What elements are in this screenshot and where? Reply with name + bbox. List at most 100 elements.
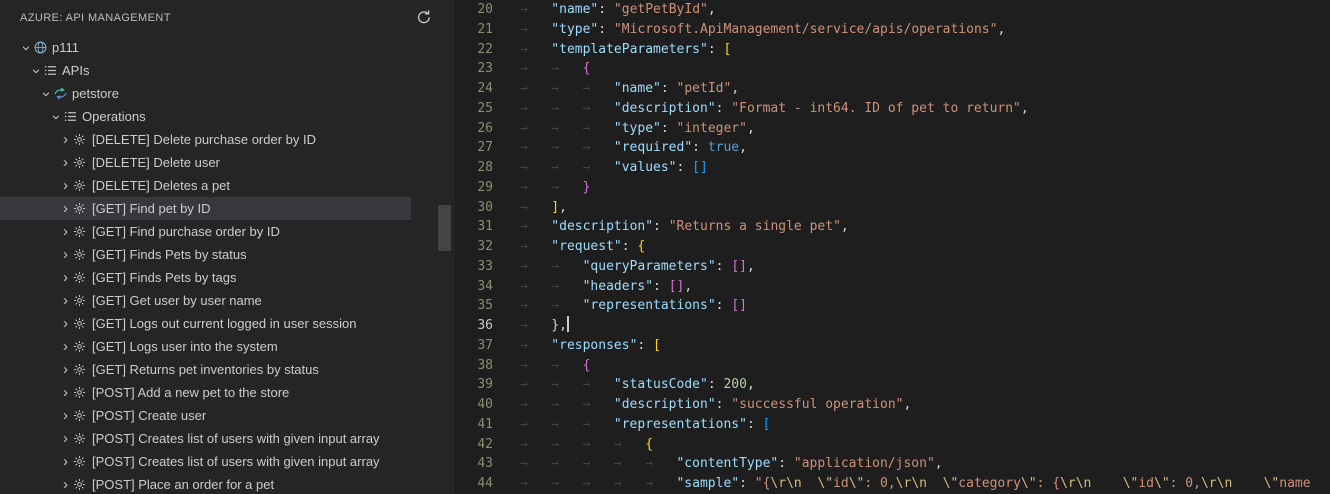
code-line[interactable]: 36 →}, [455,316,1330,336]
chevron-down-icon[interactable]: › [48,110,65,125]
tree-item[interactable]: › [POST] Creates list of users with given… [0,427,411,450]
code-text[interactable]: → → → "statusCode": 200, [520,375,755,395]
code-line[interactable]: 37 → "responses": [ [455,336,1330,356]
code-line[interactable]: 27 → → → "required": true, [455,138,1330,158]
code-text[interactable]: → → → "representations": [ [520,415,770,435]
chevron-right-icon[interactable]: › [58,431,73,446]
code-line[interactable]: 29 → →} [455,178,1330,198]
tree-item[interactable]: › [POST] Place an order for a pet [0,473,411,494]
sidebar-scrollbar-thumb[interactable] [438,205,451,251]
code-text[interactable]: → → → → → "sample": "{\r\n \"id\": 0,\r\n \"c… [520,474,1311,494]
code-line[interactable]: 32 → "request": { [455,237,1330,257]
code-line[interactable]: 44 → → → → → "sample": "{\r\n \"id\": 0,\r\n \… [455,474,1330,494]
code-line[interactable]: 38 → → { [455,356,1330,376]
chevron-right-icon[interactable]: › [58,408,73,423]
code-text[interactable]: → "templateParameters": [ [520,40,731,60]
token: , [1020,100,1029,116]
code-line[interactable]: 26 → → → "type": "integer", [455,119,1330,139]
tree-item[interactable]: › APIs [0,59,411,82]
code-line[interactable]: 21 → "type": "Microsoft.ApiManagement/serv… [455,20,1330,40]
chevron-down-icon[interactable]: › [18,41,35,56]
tree-item[interactable]: › [GET] Logs out current logged in user s… [0,312,411,335]
code-line[interactable]: 24 → → → "name": "petId", [455,79,1330,99]
code-text[interactable]: → → "representations": [] [520,296,747,316]
tree-item[interactable]: › [GET] Find pet by ID [0,197,411,220]
code-line[interactable]: 22 → "templateParameters": [ [455,40,1330,60]
chevron-down-icon[interactable]: › [38,87,55,102]
code-text[interactable]: → → → "name": "petId", [520,79,739,99]
code-line[interactable]: 23 → → { [455,59,1330,79]
code-line[interactable]: 31 → "description": "Returns a single pet"… [455,217,1330,237]
chevron-right-icon[interactable]: › [58,270,73,285]
tree-item-label: [DELETE] Deletes a pet [92,178,231,193]
code-line[interactable]: 20 → "name": "getPetById", [455,0,1330,20]
code-text[interactable]: →}, [520,316,569,336]
code-text[interactable]: → "responses": [ [520,336,661,356]
chevron-right-icon[interactable]: › [58,293,73,308]
tree-item[interactable]: › p111 [0,36,411,59]
tree-item[interactable]: › [POST] Create user [0,404,411,427]
tab-whitespace-icon: → [520,2,528,17]
chevron-right-icon[interactable]: › [58,477,73,492]
tab-whitespace-icon: → [520,81,528,96]
code-line[interactable]: 39 → → → "statusCode": 200, [455,375,1330,395]
code-text[interactable]: → → → "required": true, [520,138,747,158]
code-text[interactable]: → → → → → "contentType": "application/json", [520,454,943,474]
code-text[interactable]: → →} [520,178,590,198]
tree-item[interactable]: › Operations [0,105,411,128]
chevron-right-icon[interactable]: › [58,224,73,239]
tree-item[interactable]: › [DELETE] Delete user [0,151,411,174]
tree-item[interactable]: › [GET] Finds Pets by status [0,243,411,266]
chevron-right-icon[interactable]: › [58,362,73,377]
code-line[interactable]: 35 → → "representations": [] [455,296,1330,316]
chevron-right-icon[interactable]: › [58,132,73,147]
code-text[interactable]: → "request": { [520,237,645,257]
code-line[interactable]: 25 → → → "description": "Format - int64. ID … [455,99,1330,119]
code-line[interactable]: 42 → → → → { [455,435,1330,455]
code-text[interactable]: → → → "description": "Format - int64. ID of… [520,99,1029,119]
code-text[interactable]: → → → "values": [] [520,158,708,178]
code-text[interactable]: → → → → { [520,435,653,455]
chevron-right-icon[interactable]: › [58,247,73,262]
tree-item[interactable]: › [POST] Add a new pet to the store [0,381,411,404]
code-text[interactable]: → → { [520,59,590,79]
code-text[interactable]: → "name": "getPetById", [520,0,716,20]
tree-item[interactable]: › [GET] Logs user into the system [0,335,411,358]
code-line[interactable]: 43 → → → → → "contentType": "application/json"… [455,454,1330,474]
code-text[interactable]: → → → "type": "integer", [520,119,755,139]
code-text[interactable]: → → { [520,356,590,376]
code-text[interactable]: → "description": "Returns a single pet", [520,217,849,237]
code-line[interactable]: 30 →], [455,198,1330,218]
code-text[interactable]: → → "queryParameters": [], [520,257,755,277]
chevron-right-icon[interactable]: › [58,316,73,331]
tree-item[interactable]: › [GET] Returns pet inventories by status [0,358,411,381]
tree-item[interactable]: › [DELETE] Delete purchase order by ID [0,128,411,151]
tree-item[interactable]: › petstore [0,82,411,105]
chevron-right-icon[interactable]: › [58,178,73,193]
refresh-icon[interactable] [416,9,432,25]
code-text[interactable]: → → "headers": [], [520,277,692,297]
chevron-right-icon[interactable]: › [58,201,73,216]
code-line[interactable]: 28 → → → "values": [] [455,158,1330,178]
tree-item[interactable]: › [GET] Finds Pets by tags [0,266,411,289]
chevron-down-icon[interactable]: › [28,64,45,79]
tree-item[interactable]: › [POST] Creates list of users with given… [0,450,411,473]
code-line[interactable]: 41 → → → "representations": [ [455,415,1330,435]
token: "representations" [613,416,747,432]
tree-item[interactable]: › [GET] Find purchase order by ID [0,220,411,243]
code-text[interactable]: → "type": "Microsoft.ApiManagement/servic… [520,20,1005,40]
code-line[interactable]: 40 → → → "description": "successful operatio… [455,395,1330,415]
tab-whitespace-icon: → [520,416,528,432]
code-text[interactable]: →], [520,198,567,218]
token: }, [551,318,567,333]
code-text[interactable]: → → → "description": "successful operation"… [520,395,911,415]
chevron-right-icon[interactable]: › [58,454,73,469]
code-line[interactable]: 33 → → "queryParameters": [], [455,257,1330,277]
chevron-right-icon[interactable]: › [58,339,73,354]
tree-item[interactable]: › [GET] Get user by user name [0,289,411,312]
code-line[interactable]: 34 → → "headers": [], [455,277,1330,297]
chevron-right-icon[interactable]: › [58,155,73,170]
tree-item[interactable]: › [DELETE] Deletes a pet [0,174,411,197]
chevron-right-icon[interactable]: › [58,385,73,400]
code-area[interactable]: 20 → "name": "getPetById", 21 → "type": "Micr… [455,0,1330,494]
